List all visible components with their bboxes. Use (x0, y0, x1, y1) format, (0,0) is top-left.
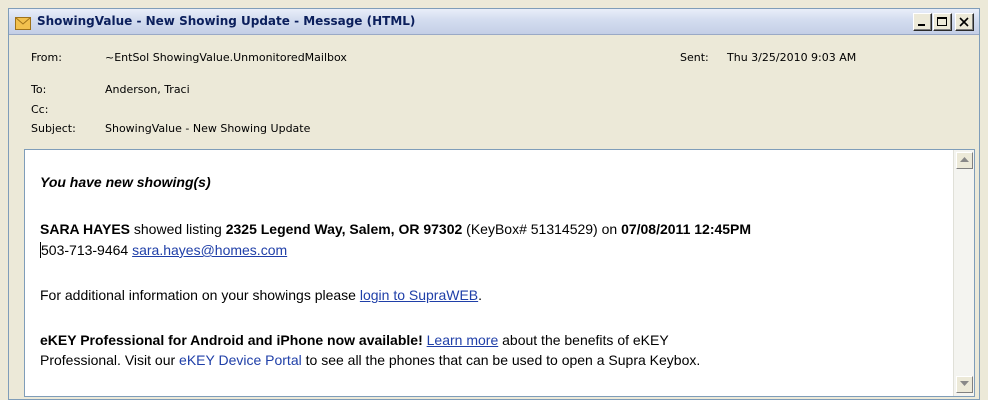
sent-label: Sent: (680, 51, 709, 64)
contact-line: 503-713-9464 sara.hayes@homes.com (40, 242, 287, 258)
cc-label: Cc: (31, 103, 49, 116)
info-line: For additional information on your showi… (40, 287, 482, 303)
suprawebs-login-link[interactable]: login to SupraWEB (360, 287, 478, 303)
scroll-down-button[interactable] (956, 376, 973, 393)
ekey-device-portal-link[interactable]: eKEY Device Portal (179, 352, 302, 368)
ekey-text-1: about the benefits of eKEY (498, 332, 669, 348)
showing-text-1: showed listing (130, 221, 226, 237)
agent-name: SARA HAYES (40, 221, 130, 237)
ekey-line-2-start: Professional. Visit our (40, 352, 180, 368)
ekey-announcement: eKEY Professional for Android and iPhone… (40, 332, 423, 348)
message-content: You have new showing(s) SARA HAYES showe… (25, 150, 953, 396)
sent-value: Thu 3/25/2010 9:03 AM (727, 51, 857, 64)
scroll-up-button[interactable] (956, 152, 973, 169)
to-label: To: (31, 83, 47, 96)
ekey-line-2: Professional. Visit our eKEY Device Port… (40, 352, 700, 368)
learn-more-link[interactable]: Learn more (427, 332, 499, 348)
showing-text-2: (KeyBox# 51314529) on (462, 221, 622, 237)
maximize-button[interactable] (933, 13, 952, 31)
from-value[interactable]: ~EntSol ShowingValue.UnmonitoredMailbox (105, 51, 347, 64)
cc-row: Cc: (9, 101, 979, 119)
minimize-button[interactable] (913, 13, 932, 31)
vertical-scrollbar[interactable] (953, 150, 974, 396)
message-heading: You have new showing(s) (40, 174, 211, 190)
subject-label: Subject: (31, 122, 76, 135)
message-headers: From: ~EntSol ShowingValue.UnmonitoredMa… (9, 36, 979, 146)
from-row: From: ~EntSol ShowingValue.UnmonitoredMa… (9, 49, 979, 67)
phone-first-char: 5 (41, 242, 49, 258)
subject-row: Subject: ShowingValue - New Showing Upda… (9, 120, 979, 138)
message-window: ShowingValue - New Showing Update - Mess… (8, 8, 980, 400)
ekey-line-1: eKEY Professional for Android and iPhone… (40, 332, 669, 348)
info-end: . (478, 287, 483, 303)
message-body: You have new showing(s) SARA HAYES showe… (24, 149, 975, 397)
to-value[interactable]: Anderson, Traci (105, 83, 190, 96)
to-row: To: Anderson, Traci (9, 81, 979, 99)
ekey-line-2-end: to see all the phones that can be used t… (301, 352, 701, 368)
showing-line: SARA HAYES showed listing 2325 Legend Wa… (40, 221, 751, 237)
window-title: ShowingValue - New Showing Update - Mess… (37, 14, 416, 28)
info-text: For additional information on your showi… (40, 287, 360, 303)
envelope-icon (15, 15, 31, 30)
close-button[interactable] (955, 13, 974, 31)
listing-address: 2325 Legend Way, Salem, OR 97302 (225, 221, 463, 237)
showing-datetime: 07/08/2011 12:45PM (621, 221, 752, 237)
agent-phone: 03-713-9464 (48, 242, 133, 258)
agent-email-link[interactable]: sara.hayes@homes.com (132, 242, 287, 258)
subject-value: ShowingValue - New Showing Update (105, 122, 311, 135)
title-bar[interactable]: ShowingValue - New Showing Update - Mess… (9, 9, 979, 35)
from-label: From: (31, 51, 62, 64)
